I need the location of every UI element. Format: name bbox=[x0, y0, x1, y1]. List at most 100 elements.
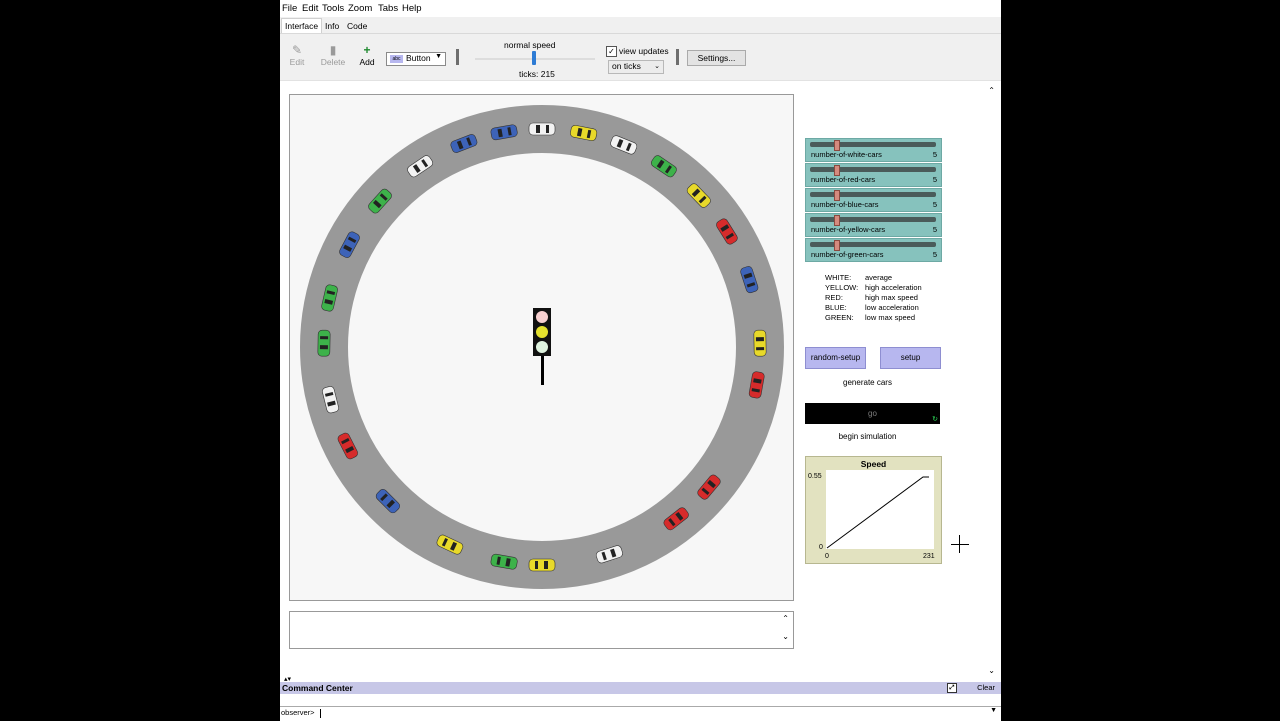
chevron-down-icon: ▼ bbox=[435, 53, 442, 60]
setup-button[interactable]: setup bbox=[880, 347, 941, 369]
slider-red-cars[interactable]: number-of-red-cars 5 bbox=[805, 163, 942, 187]
car bbox=[528, 122, 556, 136]
world-view[interactable] bbox=[289, 94, 794, 601]
menu-bar: File Edit Tools Zoom Tabs Help bbox=[280, 0, 1001, 17]
slider-track bbox=[810, 242, 936, 247]
legend-color: RED: bbox=[825, 293, 843, 302]
speed-plot: Speed 0.55 0 0 231 bbox=[805, 456, 942, 564]
slider-name: number-of-yellow-cars bbox=[811, 225, 886, 234]
plot-canvas bbox=[826, 470, 934, 549]
edit-button[interactable]: ✎ Edit bbox=[288, 43, 306, 68]
menu-tools[interactable]: Tools bbox=[322, 3, 344, 14]
menu-help[interactable]: Help bbox=[402, 3, 422, 14]
legend-color: GREEN: bbox=[825, 313, 854, 322]
tab-code[interactable]: Code bbox=[344, 19, 370, 33]
random-setup-button[interactable]: random-setup bbox=[805, 347, 866, 369]
tab-info[interactable]: Info bbox=[322, 19, 342, 33]
delete-label: Delete bbox=[320, 57, 346, 67]
toolbar: ✎ Edit ▮ Delete + Add abc Button ▼ norma… bbox=[280, 34, 1001, 81]
legend-desc: low max speed bbox=[865, 313, 916, 322]
menu-zoom[interactable]: Zoom bbox=[348, 3, 372, 14]
toolbar-separator bbox=[676, 49, 679, 65]
speed-slider-thumb[interactable] bbox=[532, 51, 536, 65]
speed-label: normal speed bbox=[504, 40, 556, 50]
checkmark-icon: ✓ bbox=[608, 47, 615, 56]
tab-bar: Interface Info Code bbox=[280, 17, 1001, 34]
slider-track bbox=[810, 167, 936, 172]
update-mode-select[interactable]: on ticks ⌄ bbox=[608, 60, 664, 74]
view-updates-checkbox[interactable]: ✓ bbox=[606, 46, 617, 57]
traffic-circle-canvas bbox=[300, 105, 784, 589]
command-center-title: Command Center bbox=[282, 683, 353, 693]
car bbox=[528, 558, 556, 572]
plot-xmax: 231 bbox=[923, 553, 935, 560]
legend-desc: low acceleration bbox=[865, 303, 919, 312]
legend-desc: average bbox=[865, 273, 893, 282]
slider-value: 5 bbox=[932, 200, 937, 209]
button-widget-icon: abc bbox=[390, 55, 403, 63]
slider-track bbox=[810, 217, 936, 222]
slider-green-cars[interactable]: number-of-green-cars 5 bbox=[805, 238, 942, 262]
menu-edit[interactable]: Edit bbox=[302, 3, 318, 14]
add-button[interactable]: + Add bbox=[358, 43, 376, 68]
legend-color: BLUE: bbox=[825, 303, 847, 312]
car bbox=[317, 329, 331, 357]
forever-icon: ↻ bbox=[932, 416, 938, 423]
command-center: Command Center ⤢ Clear observer> ▼ bbox=[280, 682, 1001, 721]
widget-type-value: Button bbox=[406, 53, 431, 63]
mouse-crosshair-cursor bbox=[951, 535, 969, 553]
go-label: go bbox=[868, 409, 877, 418]
slider-track bbox=[810, 142, 936, 147]
slider-value: 5 bbox=[932, 175, 937, 184]
output-area[interactable]: ⌃ ⌄ bbox=[289, 611, 794, 649]
chevron-down-icon: ⌄ bbox=[654, 63, 660, 70]
clear-button[interactable]: Clear bbox=[977, 682, 995, 694]
text-caret bbox=[320, 709, 321, 718]
chevron-down-icon[interactable]: ▼ bbox=[990, 707, 997, 714]
add-label: Add bbox=[359, 57, 375, 67]
edit-label: Edit bbox=[289, 57, 305, 67]
observer-prompt: observer> bbox=[281, 708, 315, 717]
ticks-counter: ticks: 215 bbox=[519, 69, 555, 79]
plot-ymax: 0.55 bbox=[808, 473, 822, 480]
scroll-up-arrow[interactable]: ⌃ bbox=[782, 614, 789, 623]
car bbox=[753, 329, 767, 357]
tab-interface[interactable]: Interface bbox=[281, 18, 323, 33]
generate-cars-note: generate cars bbox=[843, 378, 892, 387]
slider-white-cars[interactable]: number-of-white-cars 5 bbox=[805, 138, 942, 162]
slider-blue-cars[interactable]: number-of-blue-cars 5 bbox=[805, 188, 942, 212]
scroll-down-arrow[interactable]: ⌄ bbox=[988, 666, 995, 675]
settings-button[interactable]: Settings... bbox=[687, 50, 746, 66]
pencil-icon: ✎ bbox=[291, 43, 303, 57]
slider-value: 5 bbox=[932, 225, 937, 234]
slider-name: number-of-blue-cars bbox=[811, 200, 879, 209]
view-updates-label: view updates bbox=[619, 46, 669, 56]
plot-xmin: 0 bbox=[825, 553, 829, 560]
slider-name: number-of-green-cars bbox=[811, 250, 884, 259]
slider-yellow-cars[interactable]: number-of-yellow-cars 5 bbox=[805, 213, 942, 237]
legend-desc: high max speed bbox=[865, 293, 918, 302]
menu-file[interactable]: File bbox=[282, 3, 297, 14]
scroll-up-arrow[interactable]: ⌃ bbox=[988, 86, 995, 95]
menu-tabs[interactable]: Tabs bbox=[378, 3, 398, 14]
slider-value: 5 bbox=[932, 150, 937, 159]
scroll-down-arrow[interactable]: ⌄ bbox=[782, 632, 789, 641]
expand-icon[interactable]: ⤢ bbox=[947, 683, 957, 693]
go-button[interactable]: go ↻ bbox=[805, 403, 940, 424]
plus-icon: + bbox=[363, 43, 371, 57]
legend-color: YELLOW: bbox=[825, 283, 859, 292]
slider-name: number-of-white-cars bbox=[811, 150, 882, 159]
plot-ymin: 0 bbox=[819, 544, 823, 551]
legend-desc: high acceleration bbox=[865, 283, 922, 292]
toolbar-separator bbox=[456, 49, 459, 65]
slider-track bbox=[810, 192, 936, 197]
command-input[interactable]: observer> ▼ bbox=[280, 706, 1001, 721]
command-center-header: Command Center ⤢ Clear bbox=[280, 682, 1001, 694]
slider-name: number-of-red-cars bbox=[811, 175, 876, 184]
update-mode-value: on ticks bbox=[612, 61, 641, 71]
traffic-light bbox=[533, 308, 551, 385]
widget-type-select[interactable]: abc Button ▼ bbox=[386, 52, 446, 66]
delete-button[interactable]: ▮ Delete bbox=[320, 44, 346, 68]
slider-value: 5 bbox=[932, 250, 937, 259]
legend-color: WHITE: bbox=[825, 273, 852, 282]
